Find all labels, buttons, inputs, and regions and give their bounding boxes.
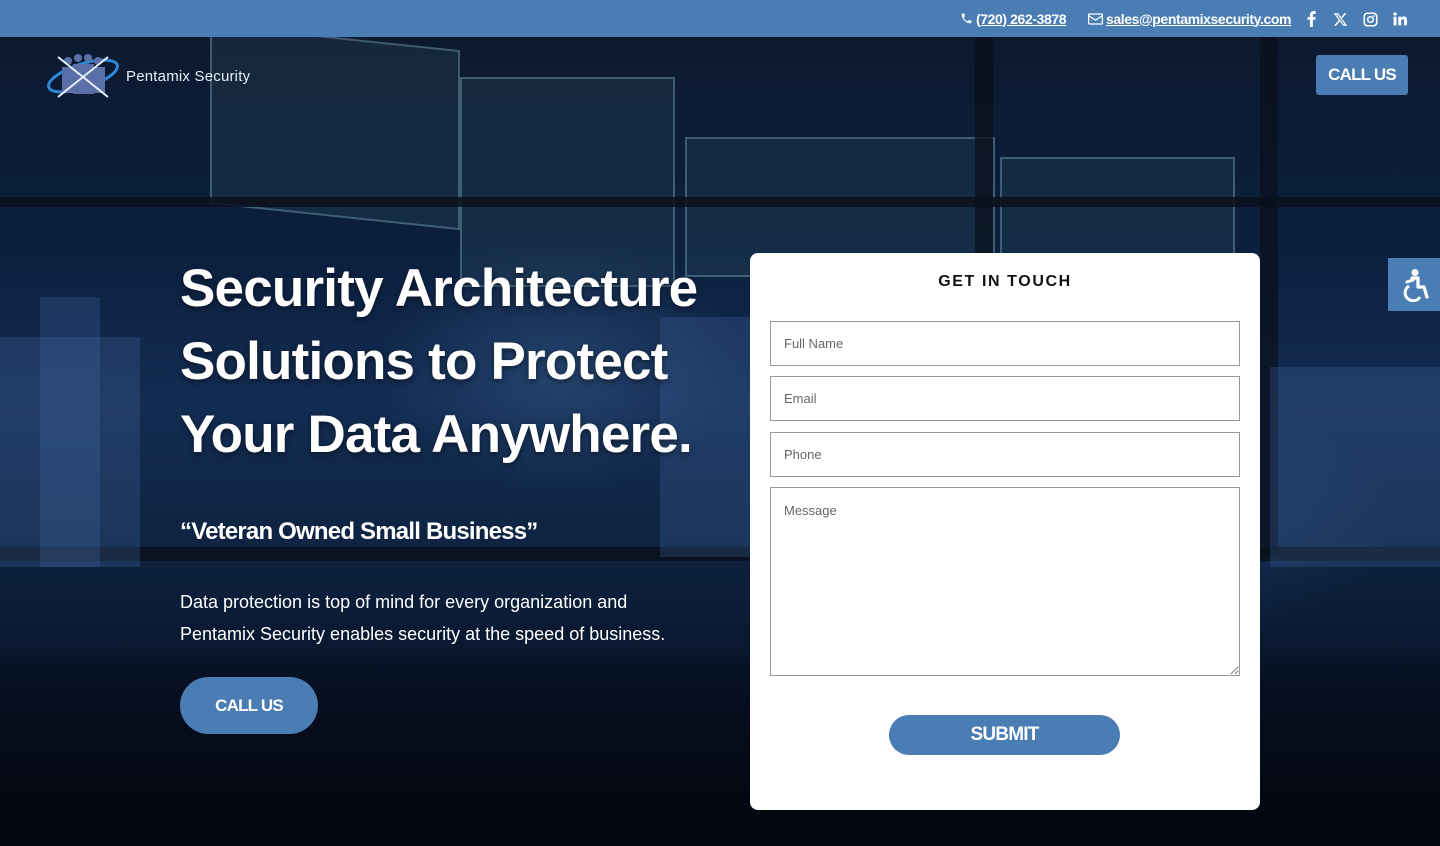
pentamix-logo-icon — [47, 54, 119, 98]
top-bar: (720) 262-3878 sales@pentamixsecurity.co… — [0, 0, 1440, 37]
email-input[interactable] — [770, 376, 1240, 421]
phone-link[interactable]: (720) 262-3878 — [976, 11, 1067, 27]
window-beam — [0, 197, 1440, 207]
city-skyline — [1270, 367, 1440, 567]
envelope-icon — [1088, 12, 1103, 25]
contact-form-card: GET IN TOUCH SUBMIT — [750, 253, 1260, 810]
phone-input[interactable] — [770, 432, 1240, 477]
city-skyline — [40, 297, 100, 567]
full-name-input[interactable] — [770, 321, 1240, 366]
call-us-hero-button[interactable]: CALL US — [180, 677, 318, 734]
email-link[interactable]: sales@pentamixsecurity.com — [1106, 11, 1291, 27]
instagram-icon[interactable] — [1360, 9, 1380, 29]
accessibility-button[interactable] — [1388, 258, 1440, 311]
accessibility-icon — [1403, 268, 1429, 302]
phone-icon — [961, 13, 972, 24]
x-icon[interactable] — [1330, 9, 1350, 29]
form-title: GET IN TOUCH — [938, 273, 1072, 290]
hero-headline: Security Architecture Solutions to Prote… — [180, 259, 698, 464]
hero-tagline: “Veteran Owned Small Business” — [180, 518, 538, 545]
submit-button[interactable]: SUBMIT — [889, 715, 1120, 755]
call-us-header-button[interactable]: CALL US — [1316, 55, 1408, 95]
facebook-icon[interactable] — [1301, 9, 1321, 29]
message-textarea[interactable] — [770, 487, 1240, 676]
phone-contact[interactable]: (720) 262-3878 — [960, 0, 1067, 37]
site-logo[interactable]: Pentamix Security — [44, 49, 250, 103]
linkedin-icon[interactable] — [1390, 9, 1410, 29]
logo-text: Pentamix Security — [126, 67, 251, 85]
email-contact[interactable]: sales@pentamixsecurity.com — [1088, 0, 1291, 37]
hero-description: Data protection is top of mind for every… — [180, 592, 666, 644]
